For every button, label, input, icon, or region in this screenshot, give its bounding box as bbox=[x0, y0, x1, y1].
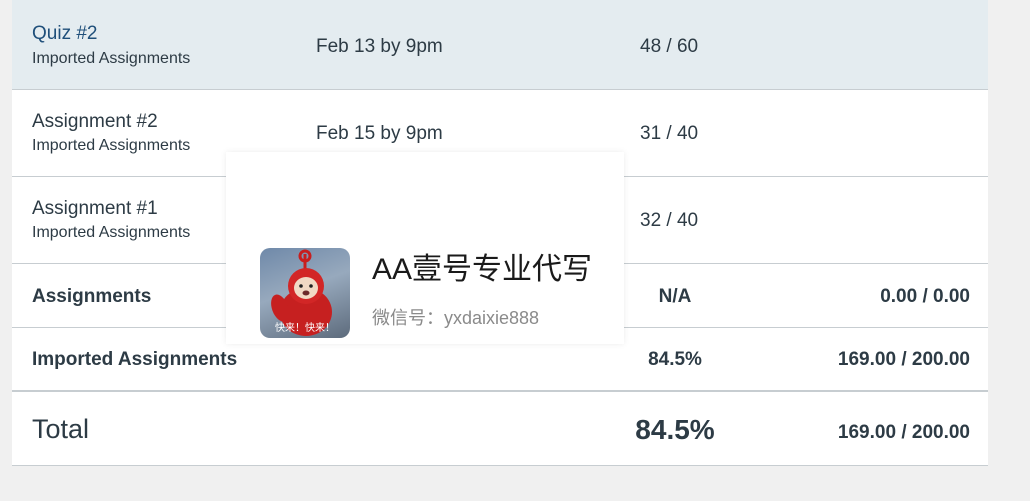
assignment-link[interactable]: Assignment #1 bbox=[32, 198, 158, 220]
assignment-link[interactable]: Quiz #2 bbox=[32, 23, 97, 45]
assignment-group-label: Imported Assignments bbox=[32, 224, 191, 241]
group-points: 0.00 / 0.00 bbox=[880, 286, 970, 307]
assignment-link[interactable]: Assignment #2 bbox=[32, 111, 158, 133]
group-percent: 84.5% bbox=[648, 349, 702, 370]
total-points: 169.00 / 200.00 bbox=[837, 422, 970, 443]
watermark-title: AA壹号专业代写 bbox=[372, 253, 593, 286]
due-date: Feb 15 by 9pm bbox=[316, 123, 443, 144]
watermark-subtitle: 微信号：yxdaixie888 bbox=[372, 308, 540, 328]
total-label: Total bbox=[32, 414, 90, 444]
assignment-group-label: Imported Assignments bbox=[32, 50, 191, 67]
total-percent: 84.5% bbox=[635, 414, 715, 445]
assignment-group-label: Imported Assignments bbox=[32, 137, 191, 154]
group-name: Assignments bbox=[32, 286, 152, 307]
score: 31 / 40 bbox=[640, 123, 699, 144]
score: 32 / 40 bbox=[640, 210, 699, 231]
group-name: Imported Assignments bbox=[32, 349, 238, 370]
table-row: Quiz #2 Imported Assignments Feb 13 by 9… bbox=[12, 0, 988, 90]
group-percent: N/A bbox=[658, 286, 692, 307]
total-row: Total 84.5% 169.00 / 200.00 bbox=[12, 392, 988, 466]
score: 48 / 60 bbox=[640, 36, 699, 57]
group-points: 169.00 / 200.00 bbox=[837, 349, 970, 370]
avatar-caption: 快来！快来！ bbox=[275, 323, 335, 334]
watermark-card: 快来！快来！ AA壹号专业代写 微信号：yxdaixie888 bbox=[226, 152, 624, 344]
avatar: 快来！快来！ bbox=[260, 248, 350, 338]
due-date: Feb 13 by 9pm bbox=[316, 36, 443, 57]
